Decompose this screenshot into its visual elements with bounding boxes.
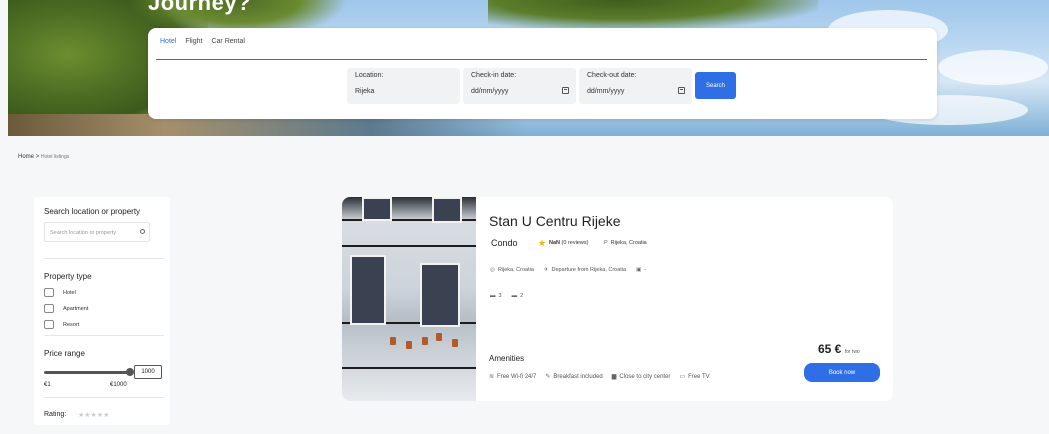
search-icon [140, 229, 145, 234]
plane-icon: ✈ [543, 267, 549, 273]
price-slider-handle[interactable] [126, 368, 134, 376]
bath-icon: ▬ [511, 293, 518, 299]
listing-meta: ◎ Rijeka, Croatia ✈ Departure from Rijeka,… [490, 267, 646, 273]
breadcrumb-current: Hotel listings [40, 154, 70, 160]
price-max-label: €1000 [110, 382, 127, 388]
amenities-heading: Amenities [489, 354, 525, 363]
checkbox-resort-row[interactable]: Resort [44, 320, 79, 329]
property-search-input[interactable]: Search location or property [44, 222, 150, 242]
checkin-input[interactable]: dd/mm/yyyy [471, 88, 508, 95]
location-label: Location: [355, 72, 384, 79]
baths-count: 2 [520, 293, 524, 299]
hero-title: Journey? [148, 0, 252, 15]
price-max-input[interactable]: 1000 [134, 365, 162, 379]
amenities-list: ≋ Free Wi-fi 24/7 ✎ Breakfast included ▆ Cl… [489, 373, 710, 380]
calendar-icon[interactable] [678, 87, 685, 94]
bed-icon: ▬ [490, 293, 496, 299]
checkbox-apartment-row[interactable]: Apartment [44, 304, 88, 313]
checkin-field[interactable]: Check-in date: dd/mm/yyyy [463, 68, 576, 104]
listing-rooms: ▬ 3 ▬ 2 [490, 293, 523, 299]
listing-location-top-text: Rijeka, Croatia [610, 240, 647, 246]
checkbox-hotel-label: Hotel [63, 289, 76, 296]
breadcrumb: Home > Hotel listings [18, 154, 69, 160]
listing-beds: ▬ 3 [490, 293, 502, 299]
checkin-label: Check-in date: [471, 72, 517, 79]
tv-icon: ▭ [679, 374, 686, 380]
listing-location-text: Rijeka, Croatia [497, 267, 534, 273]
tab-underline [156, 59, 927, 60]
checkout-field[interactable]: Check-out date: dd/mm/yyyy [579, 68, 692, 104]
search-heading: Search location or property [44, 207, 141, 216]
rating-label: Rating: [44, 411, 67, 418]
breadcrumb-home[interactable]: Home [18, 154, 34, 160]
checkbox-hotel-row[interactable]: Hotel [44, 288, 76, 297]
price-value: 65 € [818, 342, 842, 356]
checkbox-resort[interactable] [44, 320, 54, 329]
listing-date-text: - [644, 267, 647, 273]
location-field[interactable]: Location: Rijeka [347, 68, 460, 104]
tab-hotel[interactable]: Hotel [160, 38, 176, 45]
tab-car-rental[interactable]: Car Rental [211, 38, 244, 45]
amenity-center-label: Close to city center [619, 374, 671, 380]
amenity-breakfast-label: Breakfast included [553, 374, 603, 380]
beds-count: 3 [498, 293, 502, 299]
search-tabs: Hotel Flight Car Rental [160, 38, 245, 45]
amenity-wifi: ≋ Free Wi-fi 24/7 [489, 373, 536, 380]
calendar-icon: ▣ [636, 267, 642, 273]
listing-card[interactable]: Stan U Centru Rijeke Condo ★ NaN (0 revi… [342, 197, 893, 401]
book-now-button[interactable]: Book now [804, 363, 880, 382]
listing-departure-text: Departure from Rijeka, Croatia [551, 267, 627, 273]
price-min-label: €1 [44, 382, 51, 388]
search-panel: Hotel Flight Car Rental Location: Rijeka… [148, 28, 937, 119]
price-suffix: for two [844, 349, 860, 355]
price-range-heading: Price range [44, 349, 85, 358]
listing-departure: ✈ Departure from Rijeka, Croatia [544, 267, 626, 273]
property-type-heading: Property type [44, 272, 92, 281]
map-pin-icon: ◎ [490, 267, 495, 273]
listing-location: ◎ Rijeka, Croatia [490, 267, 534, 273]
divider [44, 335, 164, 336]
listing-type: Condo [491, 238, 518, 248]
utensils-icon: ✎ [545, 374, 551, 380]
wifi-icon: ≋ [489, 374, 495, 380]
checkbox-hotel[interactable] [44, 288, 54, 297]
checkbox-resort-label: Resort [63, 321, 80, 328]
checkout-label: Check-out date: [587, 72, 637, 79]
amenity-wifi-label: Free Wi-fi 24/7 [497, 374, 537, 380]
checkbox-apartment-label: Apartment [63, 305, 89, 312]
listing-price: 65 € for two [818, 342, 860, 356]
price-slider-track[interactable] [44, 371, 132, 374]
amenity-tv-label: Free TV [688, 374, 710, 380]
review-count: (0 reviews) [561, 240, 589, 246]
search-button[interactable]: Search [695, 72, 736, 99]
star-icon: ★ [538, 238, 547, 248]
location-pin-icon: P [604, 240, 608, 246]
amenity-center: ▆ Close to city center [612, 373, 671, 380]
rating-stars-filter[interactable]: ★★★★★ [78, 411, 109, 419]
building-icon: ▆ [611, 374, 617, 380]
filter-sidebar: Search location or property Search locat… [34, 197, 170, 425]
listing-date: ▣ - [636, 267, 646, 273]
checkbox-apartment[interactable] [44, 304, 54, 313]
listing-rating: NaN (0 reviews) [549, 240, 588, 246]
rating-value: NaN [549, 240, 561, 246]
property-photo[interactable] [342, 197, 476, 401]
listing-location-top: P Rijeka, Croatia [604, 240, 647, 246]
property-search-placeholder: Search location or property [50, 230, 117, 236]
calendar-icon[interactable] [562, 87, 569, 94]
listing-title[interactable]: Stan U Centru Rijeke [489, 213, 621, 229]
amenity-breakfast: ✎ Breakfast included [545, 373, 602, 380]
checkout-input[interactable]: dd/mm/yyyy [587, 88, 624, 95]
divider [44, 258, 164, 259]
divider [44, 397, 164, 398]
listing-baths: ▬ 2 [512, 293, 524, 299]
amenity-tv: ▭ Free TV [679, 373, 709, 380]
location-input[interactable]: Rijeka [355, 88, 374, 95]
breadcrumb-separator: > [35, 154, 40, 160]
tab-flight[interactable]: Flight [185, 38, 202, 45]
